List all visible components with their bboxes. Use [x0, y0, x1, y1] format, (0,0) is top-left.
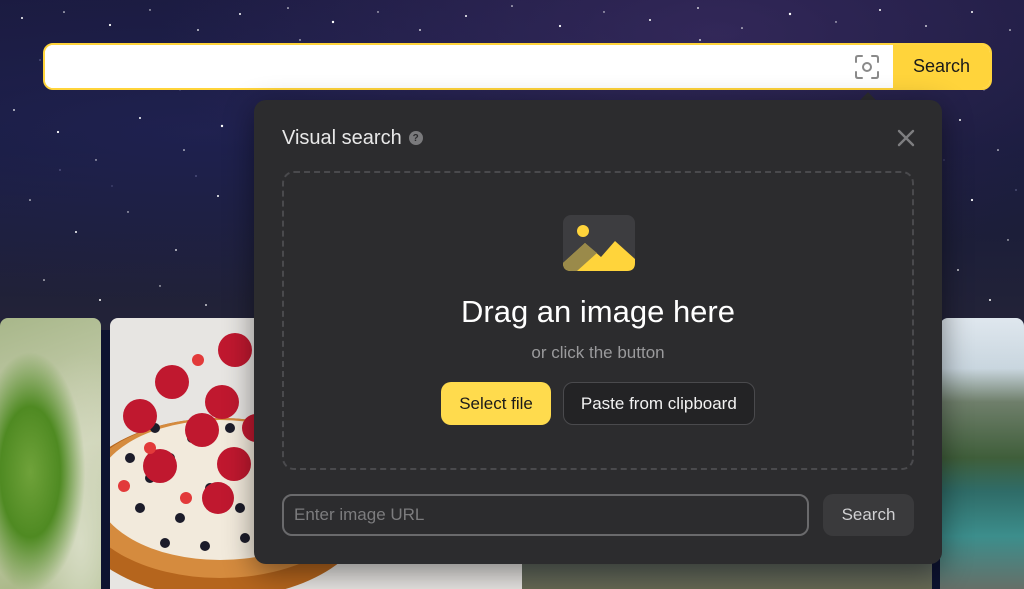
dropzone-actions: Select file Paste from clipboard	[284, 382, 912, 425]
result-image-leaf[interactable]	[0, 318, 101, 589]
search-button[interactable]: Search	[893, 45, 990, 88]
search-bar: Search	[43, 43, 992, 90]
image-icon	[563, 215, 635, 271]
camera-lens-icon	[855, 54, 879, 79]
image-url-input[interactable]	[282, 494, 809, 536]
modal-title: Visual search	[282, 126, 402, 149]
visual-search-modal: Visual search ? Drag an image here or cl…	[254, 100, 942, 564]
close-button[interactable]	[896, 128, 916, 148]
help-icon[interactable]: ?	[408, 131, 423, 145]
visual-search-button[interactable]	[841, 45, 893, 88]
result-image-mountain-lake[interactable]	[940, 318, 1024, 589]
image-dropzone[interactable]: Drag an image here or click the button S…	[282, 171, 914, 470]
select-file-button[interactable]: Select file	[441, 382, 551, 425]
modal-header: Visual search ?	[282, 126, 423, 150]
paste-from-clipboard-button[interactable]: Paste from clipboard	[562, 382, 755, 425]
dropzone-title: Drag an image here	[461, 294, 735, 329]
search-input[interactable]	[45, 45, 841, 88]
dropzone-subtitle: or click the button	[531, 343, 665, 362]
close-icon	[897, 129, 915, 147]
url-search-button[interactable]: Search	[823, 494, 914, 536]
